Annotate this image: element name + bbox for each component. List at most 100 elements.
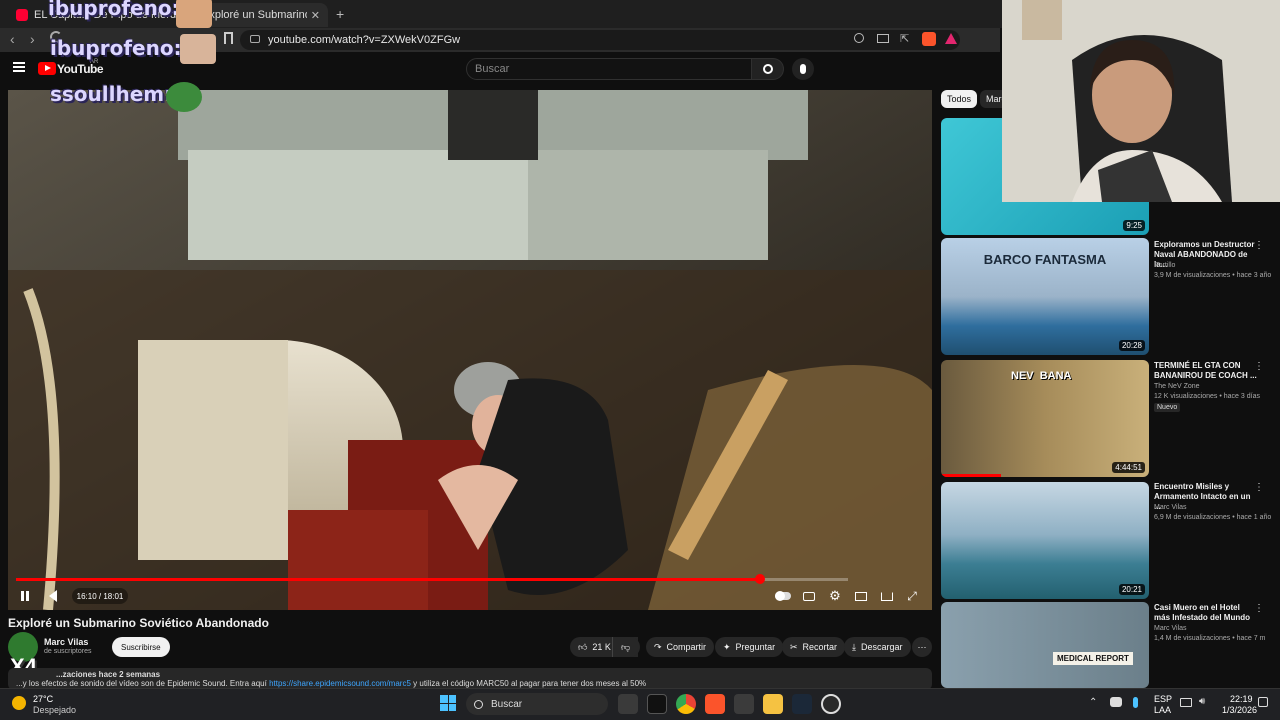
forward-arrow-icon[interactable]: › bbox=[30, 31, 35, 47]
video-meta: 12 K visualizaciones • hace 3 días bbox=[1154, 393, 1260, 400]
chat-username: ibuprofeno: bbox=[48, 0, 180, 20]
chat-username: ssoullhem: bbox=[50, 82, 173, 106]
subtitles-icon bbox=[803, 591, 815, 601]
epic-games-icon[interactable] bbox=[647, 694, 667, 714]
pause-button[interactable] bbox=[18, 588, 32, 604]
obs-icon[interactable] bbox=[821, 694, 841, 714]
reader-mode-icon[interactable] bbox=[877, 34, 889, 43]
scissors-icon: ✂ bbox=[790, 641, 798, 652]
store-icon[interactable] bbox=[734, 694, 754, 714]
network-icon[interactable] bbox=[1180, 698, 1192, 707]
video-title-link[interactable]: TERMINÉ EL GTA CON BANANIROU DE COACH ..… bbox=[1154, 361, 1258, 381]
webcam-overlay bbox=[1002, 0, 1280, 202]
more-options-icon[interactable]: ⋮ bbox=[1254, 482, 1264, 493]
channel-name[interactable]: Marc Vilas bbox=[1154, 503, 1272, 513]
video-thumbnail[interactable]: BARCO FANTASMA 20:28 bbox=[941, 238, 1149, 355]
weather-temp[interactable]: 27°C bbox=[33, 694, 53, 704]
tab-label: Exploré un Submarino Soviético... bbox=[202, 9, 307, 21]
more-options-icon[interactable]: ⋮ bbox=[1254, 361, 1264, 372]
progress-scrubber[interactable] bbox=[755, 574, 765, 584]
channel-name[interactable]: Marc Vilas bbox=[44, 637, 88, 647]
download-label: Descargar bbox=[860, 642, 903, 652]
new-badge: Nuevo bbox=[1154, 403, 1181, 412]
pepe-emote-icon bbox=[166, 82, 202, 112]
steam-icon[interactable] bbox=[792, 694, 812, 714]
share-page-icon[interactable]: ⇱ bbox=[900, 32, 909, 45]
notifications-icon[interactable] bbox=[1258, 697, 1268, 707]
video-meta: 6,9 M de visualizaciones • hace 1 año bbox=[1154, 514, 1272, 521]
thumbnail-text: BARCO FANTASMA bbox=[983, 252, 1107, 267]
video-title: Exploré un Submarino Soviético Abandonad… bbox=[8, 616, 269, 630]
duration-badge: 4:44:51 bbox=[1112, 462, 1145, 473]
zoom-icon[interactable] bbox=[854, 33, 864, 43]
description-body: ...y los efectos de sonido del vídeo son… bbox=[16, 679, 267, 688]
discord-icon[interactable] bbox=[1110, 697, 1122, 707]
webcam-frame bbox=[1002, 0, 1280, 202]
download-button[interactable]: ⤓ Descargar bbox=[844, 637, 911, 657]
cast-button[interactable] bbox=[880, 588, 894, 604]
task-view-icon[interactable] bbox=[618, 694, 638, 714]
speaker-icon[interactable]: 🔊︎ bbox=[1199, 696, 1205, 707]
ask-button[interactable]: ✦ Preguntar bbox=[715, 637, 784, 657]
thumbs-down-icon: 👎︎ bbox=[621, 641, 631, 652]
video-player[interactable] bbox=[8, 90, 932, 610]
more-options-icon[interactable]: ⋮ bbox=[1254, 240, 1264, 251]
volume-button[interactable] bbox=[44, 588, 62, 604]
video-thumbnail[interactable]: MEDICAL REPORT bbox=[941, 602, 1149, 688]
close-tab-icon[interactable]: ✕ bbox=[311, 9, 320, 22]
brave-rewards-icon[interactable] bbox=[945, 33, 957, 44]
more-icon: ⋯ bbox=[917, 641, 927, 652]
voice-search-button[interactable] bbox=[792, 58, 814, 80]
file-explorer-icon[interactable] bbox=[763, 694, 783, 714]
more-options-icon[interactable]: ⋮ bbox=[1254, 603, 1264, 614]
ask-label: Preguntar bbox=[735, 642, 776, 652]
chip-all[interactable]: Todos bbox=[941, 90, 978, 108]
windows-start-icon[interactable] bbox=[440, 695, 456, 711]
cast-icon bbox=[881, 591, 893, 601]
video-title-link[interactable]: Casi Muero en el Hotel más Infestado del… bbox=[1154, 603, 1258, 623]
weather-icon[interactable] bbox=[12, 696, 26, 710]
channel-name[interactable]: Portillo bbox=[1154, 261, 1272, 271]
bookmark-icon[interactable] bbox=[224, 32, 233, 44]
taskbar-search[interactable]: Buscar bbox=[466, 693, 608, 715]
youtube-logo-icon[interactable] bbox=[38, 62, 56, 75]
thumbnail-text: MEDICAL REPORT bbox=[1053, 652, 1133, 665]
channel-name[interactable]: Marc Vilas bbox=[1154, 624, 1272, 634]
fullscreen-button[interactable]: ⤢ bbox=[905, 588, 919, 604]
taskbar bbox=[0, 688, 1280, 720]
more-actions-button[interactable]: ⋯ bbox=[912, 637, 932, 657]
pause-icon bbox=[21, 591, 29, 601]
weather-desc: Despejado bbox=[33, 705, 77, 715]
video-meta: 3,9 M de visualizaciones • hace 3 año bbox=[1154, 272, 1272, 279]
subtitles-button[interactable] bbox=[802, 588, 816, 604]
keyboard-layout: LAA bbox=[1154, 705, 1172, 715]
share-button[interactable]: ↷ Compartir bbox=[646, 637, 715, 657]
share-icon: ↷ bbox=[654, 641, 662, 652]
chrome-icon[interactable] bbox=[676, 694, 696, 714]
site-info-icon[interactable] bbox=[250, 35, 260, 43]
video-meta: 1,4 M de visualizaciones • hace 7 m bbox=[1154, 635, 1266, 642]
autoplay-toggle[interactable] bbox=[774, 588, 792, 604]
search-input[interactable]: Buscar bbox=[466, 58, 752, 80]
url-bar[interactable]: youtube.com/watch?v=ZXWekV0ZFGw bbox=[240, 30, 960, 50]
miniplayer-button[interactable] bbox=[854, 588, 868, 604]
clock-time[interactable]: 22:19 bbox=[1230, 694, 1253, 704]
channel-name[interactable]: The NeV Zone bbox=[1154, 382, 1272, 392]
language-code[interactable]: ESP bbox=[1154, 694, 1172, 704]
back-arrow-icon[interactable]: ‹ bbox=[10, 31, 15, 47]
clip-button[interactable]: ✂ Recortar bbox=[782, 637, 846, 657]
new-tab-button[interactable]: + bbox=[336, 6, 344, 22]
search-button[interactable] bbox=[752, 58, 784, 80]
description-link[interactable]: https://share.epidemicsound.com/marc5 bbox=[269, 679, 411, 688]
video-thumbnail[interactable]: NEV BANA 4:44:51 bbox=[941, 360, 1149, 477]
video-thumbnail[interactable]: 20:21 bbox=[941, 482, 1149, 599]
brave-shields-icon[interactable] bbox=[922, 32, 936, 46]
microphone-icon[interactable] bbox=[1133, 697, 1138, 708]
subscribe-button[interactable]: Suscribirse bbox=[112, 637, 170, 657]
dislike-button[interactable]: 👎︎ bbox=[612, 637, 640, 657]
menu-icon[interactable] bbox=[13, 62, 25, 72]
brave-icon[interactable] bbox=[705, 694, 725, 714]
settings-button[interactable]: ⚙ bbox=[828, 588, 842, 604]
description-box[interactable]: ...zaciones hace 2 semanas ...y los efec… bbox=[8, 668, 932, 690]
tray-expand-icon[interactable]: ⌃ bbox=[1089, 697, 1097, 708]
